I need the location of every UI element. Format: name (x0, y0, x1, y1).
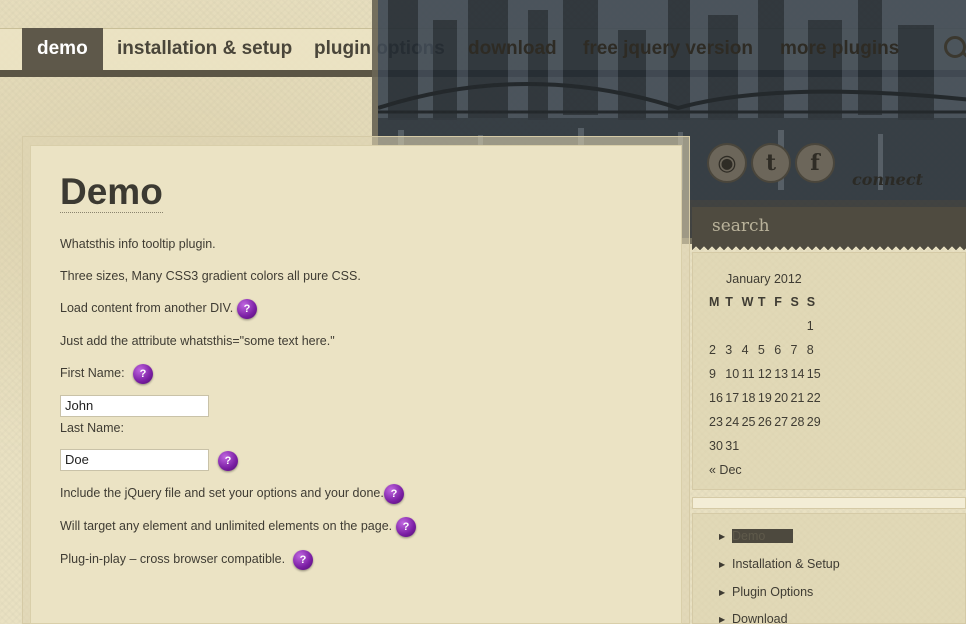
calendar-prev-month-link[interactable]: « Dec (709, 463, 742, 477)
calendar-day: 29 (806, 415, 821, 429)
calendar-day: 24 (725, 415, 740, 429)
cross-browser-text: Plug-in-play – cross browser compatible. (60, 552, 286, 566)
triangle-right-icon: ▶ (719, 588, 726, 598)
triangle-right-icon: ▶ (719, 532, 726, 542)
calendar-day: 23 (709, 415, 723, 429)
sidebar-item-demo[interactable]: ▶ Demo (719, 529, 794, 543)
calendar-weekday: F (774, 295, 782, 309)
calendar-day: 7 (790, 343, 798, 357)
first-name-label: First Name: (60, 366, 125, 380)
calendar-day: 5 (757, 343, 765, 357)
calendar-day: 18 (741, 391, 756, 405)
calendar-day: 10 (725, 367, 740, 381)
search-box-zigzag-edge (692, 245, 966, 251)
search-icon[interactable] (944, 36, 966, 58)
calendar-day: 2 (709, 343, 716, 357)
sidebar-item-download[interactable]: ▶ Download (719, 612, 788, 624)
calendar-day: 28 (790, 415, 805, 429)
calendar-day: 16 (709, 391, 723, 405)
calendar-day: 6 (774, 343, 782, 357)
last-name-label: Last Name: (60, 421, 124, 435)
nav-item-more-plugins[interactable]: more plugins (765, 28, 914, 70)
attribute-text: Just add the attribute whatsthis="some t… (60, 334, 335, 348)
calendar-day: 9 (709, 367, 716, 381)
calendar-day: 12 (757, 367, 772, 381)
triangle-right-icon: ▶ (719, 615, 726, 624)
calendar-day: 25 (741, 415, 756, 429)
nav-item-free-jquery-version[interactable]: free jquery version (568, 28, 768, 70)
calendar-day: 13 (774, 367, 789, 381)
help-icon[interactable]: ? (218, 451, 238, 471)
sidebar-item-installation-setup[interactable]: ▶ Installation & Setup (719, 557, 840, 571)
calendar-weekday: S (806, 295, 816, 309)
calendar-weekday: T (725, 295, 733, 309)
calendar-weekday: M (709, 295, 720, 309)
calendar-day: 14 (790, 367, 805, 381)
calendar-day: 1 (806, 319, 814, 333)
calendar-caption: January 2012 (726, 272, 802, 286)
sidebar-item-plugin-options[interactable]: ▶ Plugin Options (719, 585, 813, 599)
calendar-weekday: T (757, 295, 766, 309)
help-icon[interactable]: ? (237, 299, 257, 319)
sidebar-item-label: Installation & Setup (732, 557, 840, 571)
first-name-field[interactable]: John (60, 395, 209, 417)
nav-item-demo[interactable]: demo (22, 28, 103, 70)
help-icon[interactable]: ? (384, 484, 404, 504)
calendar-day: 22 (806, 391, 821, 405)
search-input[interactable]: search (692, 207, 966, 245)
sidebar-item-label: Download (732, 612, 788, 624)
calendar-day: 3 (725, 343, 733, 357)
help-icon[interactable]: ? (293, 550, 313, 570)
calendar-day: 15 (806, 367, 821, 381)
sidebar-divider-box (692, 497, 966, 509)
nav-item-download[interactable]: download (453, 28, 572, 70)
last-name-field[interactable]: Doe (60, 449, 209, 471)
page-title: Demo (60, 171, 163, 213)
triangle-right-icon: ▶ (719, 560, 726, 570)
twitter-icon[interactable]: t (751, 143, 791, 183)
calendar-day: 8 (806, 343, 814, 357)
calendar-day: 11 (741, 367, 755, 381)
calendar-day: 17 (725, 391, 740, 405)
calendar-day: 27 (774, 415, 789, 429)
calendar-day: 4 (741, 343, 749, 357)
intro-text: Whatsthis info tooltip plugin. (60, 237, 216, 251)
calendar-weekday: W (741, 295, 754, 309)
nav-item-installation-setup[interactable]: installation & setup (102, 28, 307, 70)
calendar-weekday: S (790, 295, 799, 309)
include-jquery-text: Include the jQuery file and set your opt… (60, 486, 384, 500)
load-content-text: Load content from another DIV. (60, 301, 234, 315)
connect-label: connect (852, 170, 923, 189)
calendar-day: 26 (757, 415, 772, 429)
calendar-day: 19 (757, 391, 772, 405)
calendar-day: 30 (709, 439, 723, 453)
target-elements-text: Will target any element and unlimited el… (60, 519, 393, 533)
help-icon[interactable]: ? (396, 517, 416, 537)
feature-text: Three sizes, Many CSS3 gradient colors a… (60, 269, 361, 283)
sidebar-item-label: Plugin Options (732, 585, 814, 599)
calendar-day: 20 (774, 391, 789, 405)
rss-icon[interactable]: ◉ (707, 143, 747, 183)
facebook-icon[interactable]: f (795, 143, 835, 183)
calendar-day: 21 (790, 391, 805, 405)
help-icon[interactable]: ? (133, 364, 153, 384)
sidebar-item-label: Demo (732, 529, 794, 543)
calendar-day: 31 (725, 439, 740, 453)
